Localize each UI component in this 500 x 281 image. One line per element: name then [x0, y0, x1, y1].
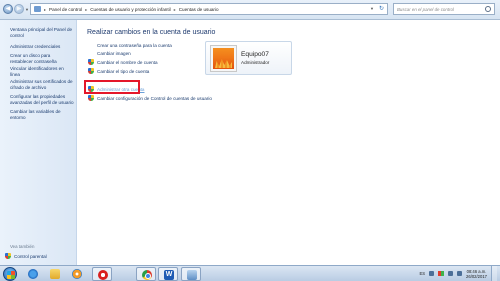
start-button[interactable] [3, 267, 17, 281]
taskbar-media-player[interactable] [67, 267, 87, 281]
back-button[interactable]: ◀ [3, 4, 13, 14]
parental-control-label: Control parental [14, 253, 47, 259]
breadcrumb-separator[interactable]: ▸ [174, 7, 176, 12]
task-change-picture[interactable]: Cambiar imagen [88, 51, 131, 56]
task-label: Cambiar el nombre de cuenta [97, 59, 158, 65]
forward-button[interactable]: ▶ [14, 4, 24, 14]
highlight-box [84, 80, 140, 94]
task-uac-settings[interactable]: Cambiar configuración de Control de cuen… [88, 95, 212, 101]
search-input[interactable]: Buscar en el panel de control [393, 3, 495, 15]
shield-icon [88, 59, 94, 65]
task-label: Cambiar configuración de Control de cuen… [97, 95, 212, 101]
breadcrumb-control-panel[interactable]: Panel de control [49, 7, 82, 12]
taskbar-windows-explorer[interactable] [45, 267, 65, 281]
word-icon: W [164, 270, 174, 280]
language-indicator[interactable]: ES [419, 271, 425, 276]
folder-icon [50, 269, 60, 279]
recent-pages-dropdown-icon[interactable]: ▼ [25, 7, 29, 12]
left-navigation-pane: Ventana principal del Panel de control A… [0, 20, 77, 265]
breadcrumb[interactable]: ▸ Panel de control ▸ Cuentas de usuario … [30, 3, 388, 15]
opera-icon [98, 270, 108, 280]
address-dropdown-icon[interactable]: ▼ [370, 6, 374, 11]
show-desktop-button[interactable] [491, 266, 497, 281]
taskbar: W ES 08:46 a.m. 26/02/2017 [0, 265, 500, 281]
shield-icon [88, 95, 94, 101]
search-icon[interactable] [485, 6, 491, 12]
breadcrumb-user-accounts-family[interactable]: Cuentas de usuario y protección infantil [90, 7, 170, 12]
task-label: Cambiar imagen [97, 51, 131, 56]
breadcrumb-separator[interactable]: ▸ [85, 7, 87, 12]
link-password-reset-disk[interactable]: Crear un disco para restablecer contrase… [10, 53, 74, 64]
link-control-panel-home[interactable]: Ventana principal del Panel de control [10, 27, 74, 38]
link-environment-variables[interactable]: Cambiar las variables de entorno [10, 109, 74, 120]
taskbar-control-panel[interactable] [181, 267, 201, 281]
breadcrumb-separator[interactable]: ▸ [44, 7, 46, 12]
search-placeholder: Buscar en el panel de control [397, 6, 454, 12]
shield-icon [5, 253, 11, 259]
back-arrow-icon: ◀ [5, 6, 11, 12]
link-parental-control[interactable]: Control parental [5, 253, 47, 259]
network-icon[interactable] [448, 271, 454, 276]
shield-icon [88, 68, 94, 74]
account-tile: Equipo07 Administrador [205, 41, 292, 75]
breadcrumb-user-accounts[interactable]: Cuentas de usuario [179, 7, 219, 12]
media-player-icon [72, 269, 82, 279]
control-panel-icon [34, 6, 41, 12]
forward-arrow-icon: ▶ [16, 6, 22, 12]
see-also-label: Vea también [10, 244, 35, 249]
account-name: Equipo07 [241, 51, 269, 58]
account-role: Administrador [241, 60, 270, 65]
tray-arrow-icon[interactable] [429, 271, 435, 276]
link-manage-credentials[interactable]: Administrar credenciales [10, 44, 74, 50]
clock-date: 26/02/2017 [466, 273, 487, 279]
clock-time: 08:46 a.m. [466, 268, 487, 274]
volume-icon[interactable] [457, 271, 463, 276]
account-picture-image [213, 48, 234, 69]
page-title: Realizar cambios en la cuenta de usuario [87, 29, 216, 36]
link-advanced-profile-properties[interactable]: Configurar las propiedades avanzadas del… [10, 94, 74, 105]
refresh-icon[interactable]: ↻ [379, 5, 384, 12]
task-change-account-name[interactable]: Cambiar el nombre de cuenta [88, 59, 158, 65]
link-encryption-certificates[interactable]: Administrar sus certificados de cifrado … [10, 79, 74, 90]
link-online-ids[interactable]: Vincular identificadores en línea [10, 66, 74, 77]
task-label: Crear una contraseña para la cuenta [97, 43, 172, 48]
system-tray: ES 08:46 a.m. 26/02/2017 [419, 266, 500, 281]
clock[interactable]: 08:46 a.m. 26/02/2017 [466, 269, 487, 279]
taskbar-word[interactable]: W [158, 267, 178, 281]
task-change-account-type[interactable]: Cambiar el tipo de cuenta [88, 68, 149, 74]
address-bar: ◀ ▶ ▼ ▸ Panel de control ▸ Cuentas de us… [0, 0, 500, 20]
task-label: Cambiar el tipo de cuenta [97, 68, 150, 74]
action-center-flag-icon[interactable] [438, 271, 445, 276]
internet-explorer-icon [28, 269, 38, 279]
taskbar-opera[interactable] [92, 267, 112, 281]
account-picture [210, 45, 237, 72]
taskbar-chrome[interactable] [136, 267, 156, 281]
task-create-password[interactable]: Crear una contraseña para la cuenta [88, 43, 172, 48]
control-panel-icon [187, 270, 197, 280]
taskbar-internet-explorer[interactable] [23, 267, 43, 281]
chrome-icon [142, 270, 152, 280]
